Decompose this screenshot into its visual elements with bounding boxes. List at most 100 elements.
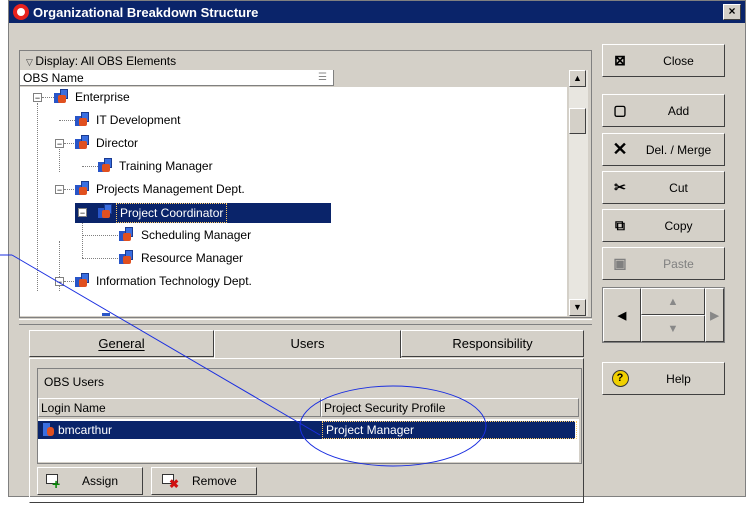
column-header-security-profile[interactable]: Project Security Profile [321,398,579,417]
add-button[interactable]: ▢ Add [602,94,725,127]
user-row[interactable]: bmcarthur Project Manager [38,421,577,439]
obs-node-icon [54,89,70,105]
tree-guide-line [42,97,54,99]
move-down-button[interactable]: ▼ [641,315,705,342]
column-header-label: Project Security Profile [324,401,446,415]
help-button[interactable]: ? Help [602,362,725,395]
delete-merge-label: Del. / Merge [645,142,712,157]
obs-node-icon [98,204,114,220]
column-header-label: OBS Name [23,71,84,85]
copy-label: Copy [664,218,693,233]
tree-guide-line [82,166,98,168]
scissors-icon: ✂ [614,179,626,195]
tree-node-label: Director [96,136,139,150]
paste-label: Paste [663,256,694,271]
close-button[interactable]: ⊠ Close [602,44,725,77]
app-logo-icon [13,4,29,20]
tree-guide-line [82,218,84,258]
tree-node-label: Resource Manager [141,251,244,265]
obs-node-icon [75,181,91,197]
detail-tabs: General Users Responsibility [29,330,584,359]
user-login-name: bmcarthur [58,423,113,437]
scroll-up-button[interactable]: ▲ [569,70,586,87]
obs-node-icon [75,135,91,151]
close-window-icon: ⊠ [614,52,626,68]
tree-node-label: Projects Management Dept. [96,182,245,196]
tree-guide-line [82,235,118,237]
users-grid: bmcarthur Project Manager [38,419,579,462]
close-label: Close [663,53,694,68]
scroll-thumb[interactable] [569,108,586,134]
display-filter-bar[interactable]: ▽ Display: All OBS Elements [20,51,591,69]
chevron-down-icon: ▽ [26,57,36,67]
delete-x-icon: ✕ [612,139,628,159]
tab-label: Responsibility [452,336,533,351]
panel-splitter[interactable] [19,319,592,325]
obs-name-column-header[interactable]: OBS Name ☰ [20,70,334,86]
collapse-toggle[interactable]: − [55,185,64,195]
obs-users-title: OBS Users [44,375,105,389]
tab-responsibility[interactable]: Responsibility [401,330,584,357]
tab-users[interactable]: Users [214,330,401,359]
move-up-button[interactable]: ▲ [641,288,705,315]
obs-node-icon [119,227,135,243]
remove-button[interactable]: ✖ Remove [151,467,257,495]
tree-node-label: Information Technology Dept. [96,274,252,288]
obs-node-icon [119,250,135,266]
column-header-label: Login Name [41,401,106,415]
collapse-toggle[interactable]: − [33,93,42,103]
tree-guide-line [59,149,61,172]
help-icon: ? [611,363,629,394]
obs-tree: − Enterprise IT Development − Director T… [20,87,567,316]
collapse-toggle[interactable]: − [55,277,64,287]
arrow-right-icon: ▶ [710,309,719,322]
copy-icon: ⧉ [615,217,625,233]
scroll-down-button[interactable]: ▼ [569,299,586,316]
users-grid-header: Login Name Project Security Profile [38,398,579,418]
tree-vertical-scrollbar[interactable]: ▲ ▼ [568,70,588,316]
paste-button[interactable]: ▣ Paste [602,247,725,280]
tree-guide-line [37,103,39,291]
obs-tree-panel: ▽ Display: All OBS Elements OBS Name ☰ −… [19,50,592,318]
arrow-left-icon: ◀ [617,309,627,322]
paste-icon: ▣ [613,255,627,271]
display-filter-label: Display: All OBS Elements [35,54,177,68]
title-bar: Organizational Breakdown Structure × [9,1,745,23]
delete-merge-button[interactable]: ✕ Del. / Merge [602,133,725,166]
user-security-profile[interactable]: Project Manager [322,421,577,439]
obs-node-icon [102,313,110,316]
user-icon [42,422,56,438]
move-right-button[interactable]: ▶ [705,288,724,342]
obs-users-group: OBS Users Login Name Project Security Pr… [37,368,582,464]
obs-node-icon [98,158,114,174]
cut-label: Cut [669,180,688,195]
add-label: Add [667,103,690,118]
title-close-button[interactable]: × [723,4,741,20]
tree-guide-line [82,258,118,260]
tree-guide-line [59,120,75,122]
remove-label: Remove [192,474,237,488]
tree-node-label: Enterprise [75,90,130,104]
column-header-login-name[interactable]: Login Name [38,398,321,417]
tab-label: General [98,336,145,351]
tree-node-label: Training Manager [119,159,213,173]
tab-general[interactable]: General [29,330,214,357]
collapse-toggle[interactable]: − [55,139,64,149]
cut-button[interactable]: ✂ Cut [602,171,725,204]
arrow-up-icon: ▲ [667,295,679,308]
help-label: Help [666,371,691,386]
collapse-toggle[interactable]: − [78,208,87,218]
move-left-button[interactable]: ◀ [603,288,641,342]
arrow-down-icon: ▼ [667,322,679,335]
window-title: Organizational Breakdown Structure [33,5,259,20]
obs-node-icon [75,112,91,128]
assign-label: Assign [82,474,119,488]
tree-node-label: IT Development [96,113,181,127]
assign-button[interactable]: + Assign [37,467,143,495]
obs-node-icon [75,273,91,289]
assign-icon: + [46,474,62,491]
tree-node-label: Scheduling Manager [141,228,252,242]
remove-icon: ✖ [162,474,179,490]
tab-label: Users [290,336,325,351]
copy-button[interactable]: ⧉ Copy [602,209,725,242]
